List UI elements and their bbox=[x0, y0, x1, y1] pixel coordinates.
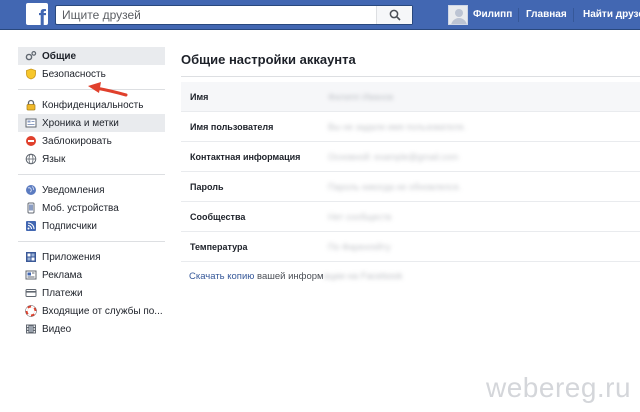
annotation-arrow-icon bbox=[88, 82, 128, 97]
watermark: webereg.ru bbox=[486, 372, 632, 403]
